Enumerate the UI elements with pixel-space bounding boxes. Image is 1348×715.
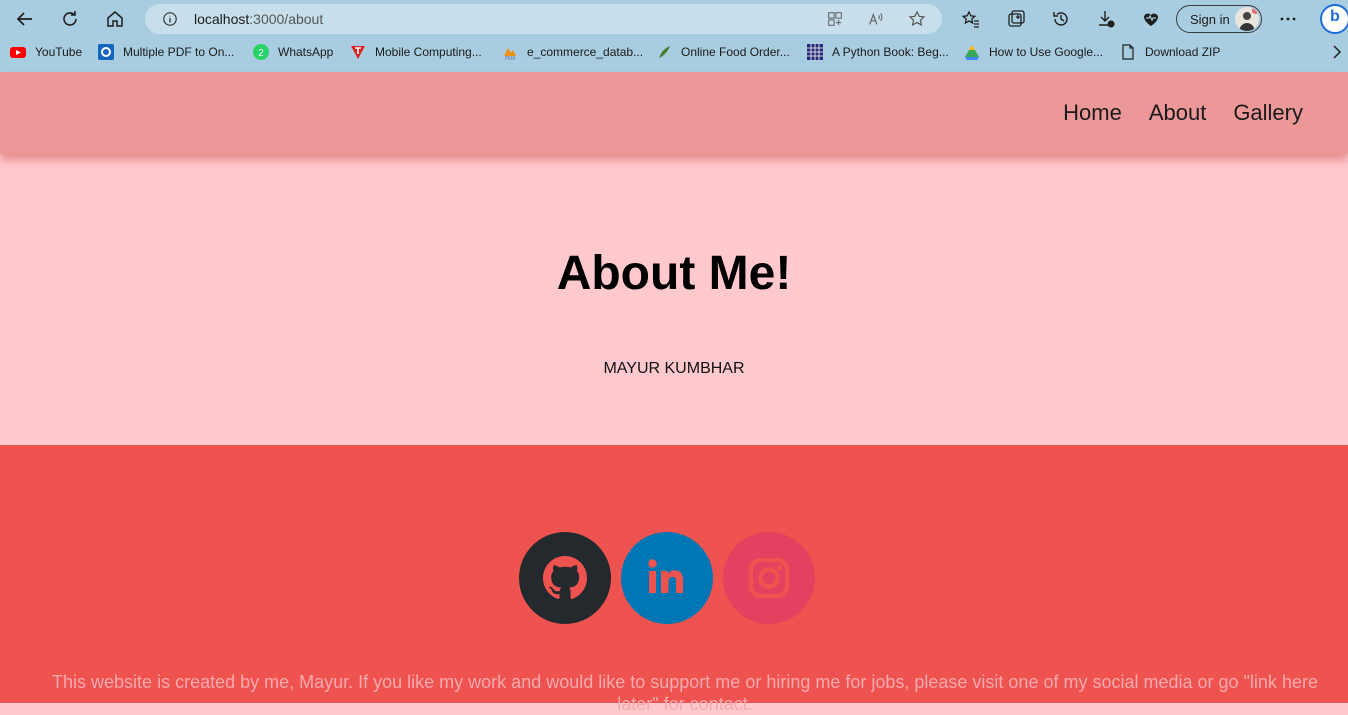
chevron-right-icon <box>1333 45 1342 59</box>
google-drive-icon <box>964 44 980 60</box>
page-title: About Me! <box>556 247 792 300</box>
bookmarks-bar: YouTube Multiple PDF to On... 2 WhatsApp… <box>0 40 1348 64</box>
browser-toolbar: localhost:3000/about Sign in b <box>0 0 1348 38</box>
info-icon[interactable] <box>161 10 179 28</box>
t-logo-icon <box>350 44 366 60</box>
browser-essentials-button[interactable] <box>1136 4 1166 34</box>
collections-button[interactable] <box>1001 4 1031 34</box>
favorite-star-icon[interactable] <box>907 9 927 29</box>
site-header: Home About Gallery <box>0 72 1348 154</box>
main-nav: Home About Gallery <box>1063 100 1303 126</box>
bookmark-download-zip[interactable]: Download ZIP <box>1120 43 1220 61</box>
nav-about-link[interactable]: About <box>1149 100 1207 126</box>
youtube-icon <box>10 44 26 60</box>
downloads-button[interactable] <box>1091 4 1121 34</box>
svg-text:PMA: PMA <box>505 56 517 60</box>
bookmark-ecommerce-db[interactable]: PMA e_commerce_datab... <box>502 43 643 61</box>
whatsapp-icon: 2 <box>253 44 269 60</box>
bookmark-whatsapp[interactable]: 2 WhatsApp <box>253 43 333 61</box>
github-link[interactable] <box>519 532 611 624</box>
bookmark-label: YouTube <box>35 45 83 59</box>
arrow-left-icon <box>16 12 32 26</box>
sign-in-label: Sign in <box>1190 12 1230 27</box>
about-section: About Me! MAYUR KUMBHAR <box>0 154 1348 445</box>
refresh-button[interactable] <box>55 4 85 34</box>
bookmark-youtube[interactable]: YouTube <box>10 43 82 61</box>
bookmark-mobile-computing[interactable]: Mobile Computing... <box>350 43 482 61</box>
history-button[interactable] <box>1046 4 1076 34</box>
nav-home-link[interactable]: Home <box>1063 100 1122 126</box>
home-button[interactable] <box>100 4 130 34</box>
collections-icon <box>1008 10 1025 27</box>
bookmark-label: Download ZIP <box>1145 45 1221 59</box>
more-options-button[interactable] <box>1273 4 1303 34</box>
bookmark-label: How to Use Google... <box>989 45 1104 59</box>
instagram-link[interactable] <box>723 532 815 624</box>
bookmark-label: Mobile Computing... <box>375 45 482 59</box>
read-aloud-icon[interactable] <box>866 9 886 29</box>
ellipsis-icon <box>1280 17 1296 21</box>
notification-dot <box>1252 7 1259 14</box>
address-bar[interactable]: localhost:3000/about <box>145 4 942 34</box>
avatar <box>1235 7 1259 31</box>
instagram-icon <box>748 557 790 599</box>
github-icon <box>543 556 587 600</box>
nav-gallery-link[interactable]: Gallery <box>1233 100 1303 126</box>
bing-icon: b <box>1330 8 1340 25</box>
favorites-button[interactable] <box>956 4 986 34</box>
bookmark-google[interactable]: How to Use Google... <box>964 43 1103 61</box>
author-name: MAYUR KUMBHAR <box>603 360 745 377</box>
download-icon <box>1099 11 1115 28</box>
bing-copilot-button[interactable]: b <box>1320 4 1348 34</box>
bookmark-label: e_commerce_datab... <box>527 45 644 59</box>
sign-in-button[interactable]: Sign in <box>1176 5 1262 33</box>
bookmark-label: WhatsApp <box>278 45 334 59</box>
bookmark-python-book[interactable]: A Python Book: Beg... <box>807 43 949 61</box>
favorites-icon <box>961 10 979 28</box>
refresh-icon <box>63 11 77 26</box>
back-button[interactable] <box>10 4 40 34</box>
file-icon <box>1120 44 1136 60</box>
address-url: localhost:3000/about <box>194 11 323 27</box>
browser-chrome: localhost:3000/about Sign in b YouTube M… <box>0 0 1348 72</box>
leaf-icon <box>656 44 672 60</box>
url-path: :3000/about <box>249 11 324 27</box>
bookmarks-more-button[interactable] <box>1330 44 1344 60</box>
site-footer: This website is created by me, Mayur. If… <box>0 445 1348 714</box>
bookmark-online-food[interactable]: Online Food Order... <box>656 43 790 61</box>
grid-icon <box>807 44 823 60</box>
url-host: localhost <box>194 11 250 27</box>
history-icon <box>1053 12 1068 26</box>
pdf-icon <box>98 44 114 60</box>
bookmark-label: Online Food Order... <box>681 45 790 59</box>
bookmark-multiple-pdf[interactable]: Multiple PDF to On... <box>98 43 234 61</box>
bookmark-label: Multiple PDF to On... <box>123 45 235 59</box>
app-available-icon[interactable] <box>825 9 845 29</box>
phpmyadmin-icon: PMA <box>502 44 518 60</box>
linkedin-link[interactable] <box>621 532 713 624</box>
linkedin-icon <box>648 559 683 593</box>
bookmark-label: A Python Book: Beg... <box>832 45 949 59</box>
home-icon <box>107 11 123 27</box>
footer-text: This website is created by me, Mayur. If… <box>52 672 1318 714</box>
svg-text:2: 2 <box>258 48 264 59</box>
heart-pulse-icon <box>1144 13 1158 26</box>
